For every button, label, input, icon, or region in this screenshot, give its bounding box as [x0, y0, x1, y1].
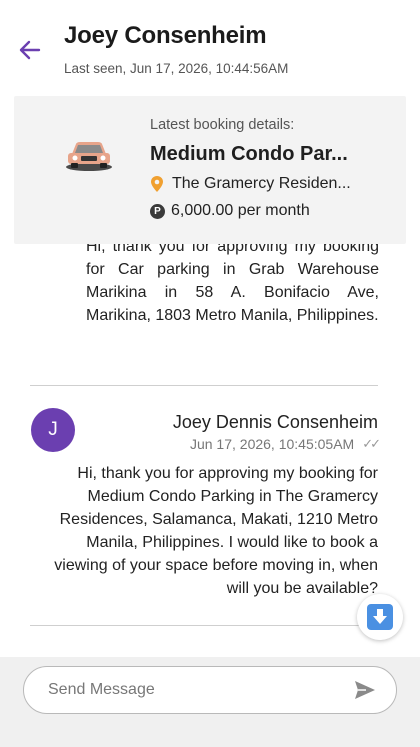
last-seen-status: Last seen, Jun 17, 2026, 10:44:56AM — [64, 61, 289, 76]
chat-header: Joey Consenheim Last seen, Jun 17, 2026,… — [0, 0, 420, 96]
send-icon[interactable] — [354, 680, 376, 700]
double-check-icon: ✓✓ — [362, 436, 381, 451]
arrow-down-icon — [367, 604, 393, 630]
message-divider — [30, 625, 378, 626]
booking-details-card[interactable]: Latest booking details: Medium Condo Par… — [14, 96, 406, 244]
message-input-container — [23, 666, 397, 714]
booking-price-text: 6,000.00 per month — [171, 202, 310, 219]
contact-name: Joey Consenheim — [64, 22, 267, 49]
message-list[interactable]: Hi, thank you for approving my booking f… — [0, 244, 420, 656]
back-button[interactable] — [14, 34, 46, 66]
booking-price: P 6,000.00 per month — [150, 202, 310, 220]
location-pin-icon — [151, 176, 163, 192]
booking-location-text: The Gramercy Residen... — [172, 175, 351, 192]
avatar: J — [31, 408, 75, 452]
message-timestamp: Jun 17, 2026, 10:45:05AM ✓✓ — [189, 436, 381, 452]
arrow-left-icon — [19, 40, 41, 60]
message-input[interactable] — [48, 667, 348, 713]
message-text: Hi, thank you for approving my booking f… — [54, 465, 378, 597]
message-composer — [0, 657, 420, 747]
message-divider — [30, 385, 378, 386]
peso-icon: P — [150, 203, 165, 219]
booking-location: The Gramercy Residen... — [150, 175, 351, 193]
booking-title: Medium Condo Par... — [150, 143, 348, 165]
booking-caption: Latest booking details: — [150, 117, 295, 133]
message-time-text: Jun 17, 2026, 10:45:05AM — [189, 436, 355, 452]
message-text: Hi, thank you for approving my booking f… — [86, 244, 379, 324]
scroll-to-bottom-button[interactable] — [357, 594, 403, 640]
car-icon — [66, 142, 112, 171]
sender-name: Joey Dennis Consenheim — [172, 412, 378, 432]
